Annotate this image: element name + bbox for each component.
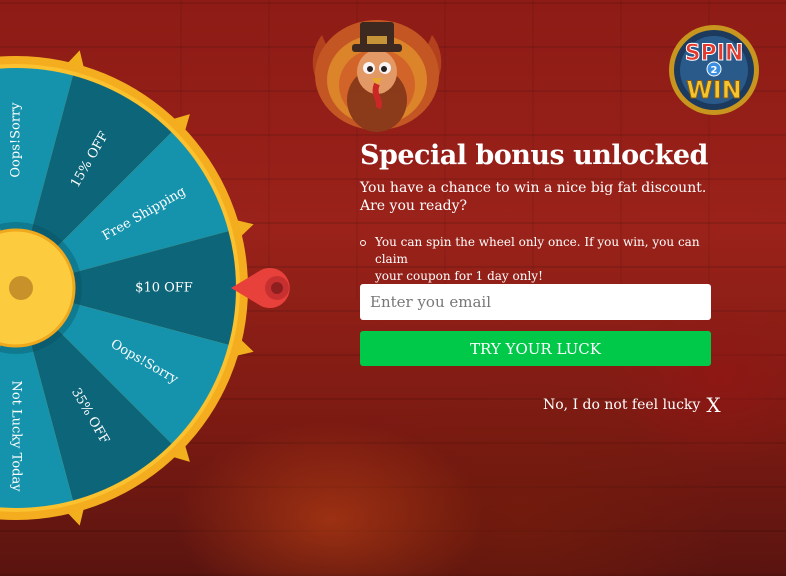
spin-2-win-logo: SPIN 2 WIN	[669, 25, 759, 115]
rules-note: You can spin the wheel only once. If you…	[360, 234, 720, 285]
wheel-segment-label: $10 OFF	[135, 281, 193, 296]
note-line-2: your coupon for 1 day only!	[375, 269, 543, 283]
close-icon[interactable]: X	[706, 395, 720, 415]
email-input[interactable]	[360, 284, 711, 320]
wheel-segment-label: Oops!Sorry	[9, 102, 24, 178]
wheel-pointer-icon	[231, 268, 290, 308]
note-line-1: You can spin the wheel only once. If you…	[375, 235, 700, 266]
popup-subtitle: You have a chance to win a nice big fat …	[360, 179, 720, 215]
subtitle-line-1: You have a chance to win a nice big fat …	[360, 180, 707, 196]
decline-link[interactable]: No, I do not feel lucky X	[543, 395, 721, 415]
wheel-hub-center	[9, 276, 33, 300]
bullet-icon	[360, 240, 366, 246]
popup-title: Special bonus unlocked	[360, 140, 708, 171]
logo-text-win: WIN	[686, 76, 742, 104]
decline-text: No, I do not feel lucky	[543, 397, 701, 413]
turkey-pilgrim-icon	[312, 20, 442, 132]
wheel-segment-label: Not Lucky Today	[9, 380, 24, 492]
try-your-luck-button[interactable]: TRY YOUR LUCK	[360, 331, 711, 366]
logo-text-2: 2	[711, 65, 718, 76]
subtitle-line-2: Are you ready?	[360, 198, 468, 214]
